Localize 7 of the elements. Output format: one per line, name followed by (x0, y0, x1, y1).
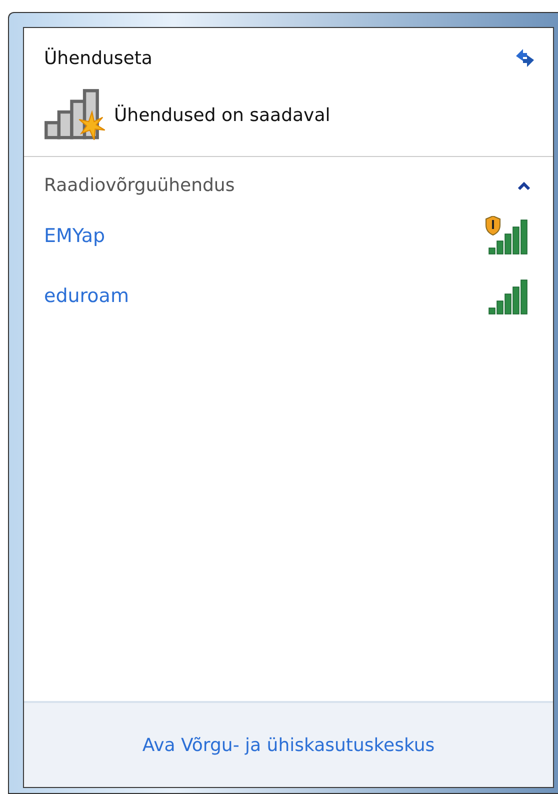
status-text: Ühendused on saadaval (114, 105, 330, 126)
connection-title: Ühenduseta (44, 48, 152, 68)
caret-icon[interactable] (517, 180, 531, 190)
network-center-link[interactable]: Ava Võrgu- ja ühiskasutuskeskus (142, 734, 435, 756)
network-name[interactable]: eduroam (44, 285, 129, 307)
network-name[interactable]: EMYap (44, 225, 106, 247)
section-title: Raadiovõrguühendus (44, 175, 235, 196)
